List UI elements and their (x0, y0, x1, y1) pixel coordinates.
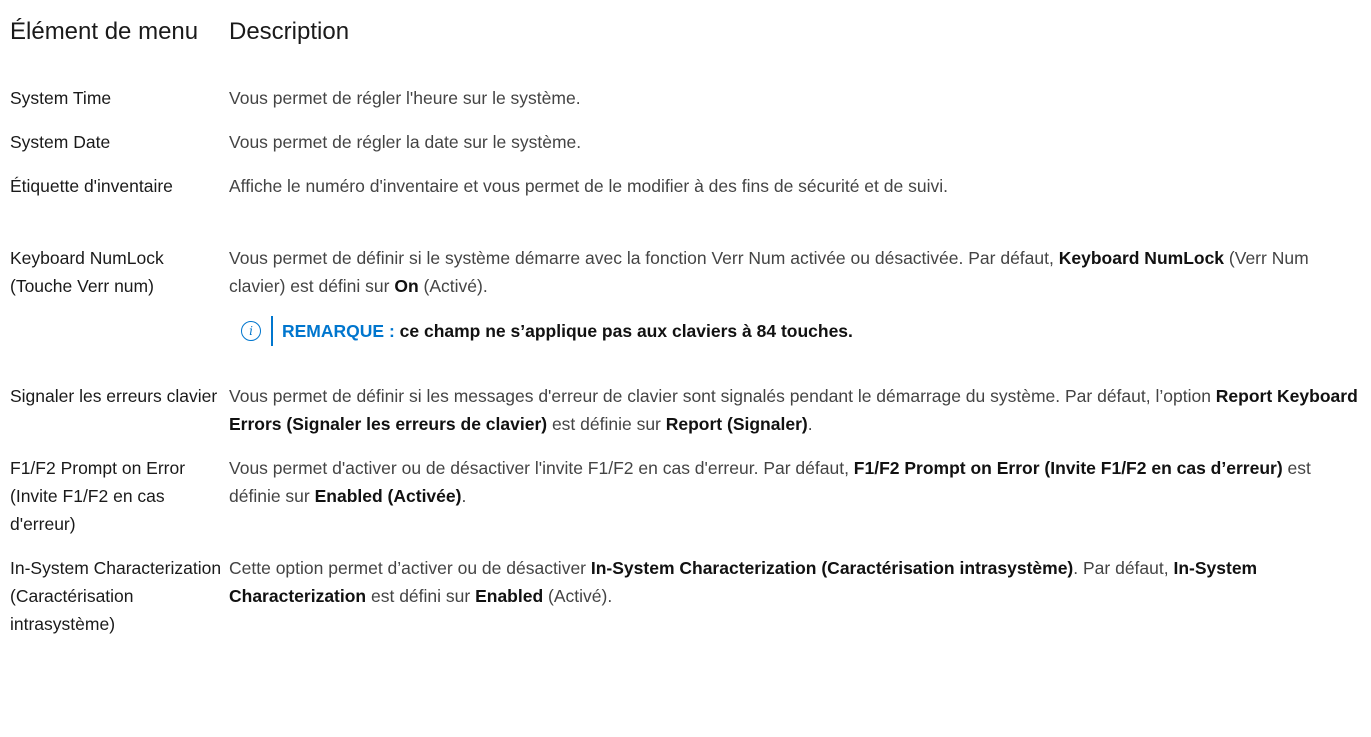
table-row: Keyboard NumLock (Touche Verr num) Vous … (10, 244, 1365, 382)
menu-item-description: Vous permet de régler l'heure sur le sys… (229, 88, 581, 108)
table-row: Signaler les erreurs clavier Vous permet… (10, 382, 1365, 454)
menu-item-description: Vous permet de définir si le système dém… (229, 244, 1365, 346)
table-row: System Time Vous permet de régler l'heur… (10, 84, 1365, 128)
menu-item-label: In-System Characterization (Caractérisat… (10, 558, 222, 634)
menu-item-label: Keyboard NumLock (Touche Verr num) (10, 248, 164, 296)
menu-item-label: Signaler les erreurs clavier (10, 386, 218, 406)
table-row: Étiquette d'inventaire Affiche le numéro… (10, 172, 1365, 244)
table-header: Élément de menu Description (10, 0, 1365, 84)
note-divider (271, 316, 273, 346)
description-text: Vous permet de définir si le système dém… (229, 248, 1309, 296)
info-circle-icon: i (241, 321, 261, 341)
note-label: REMARQUE : (282, 321, 395, 341)
menu-item-description: Affiche le numéro d'inventaire et vous p… (229, 176, 948, 196)
header-menu-item: Élément de menu (10, 18, 199, 45)
header-description: Description (229, 18, 350, 45)
menu-item-label: Étiquette d'inventaire (10, 176, 173, 196)
menu-item-description: Vous permet de régler la date sur le sys… (229, 132, 582, 152)
note-callout: i REMARQUE : ce champ ne s’applique pas … (241, 316, 1365, 346)
menu-item-label: System Date (10, 132, 111, 152)
menu-item-description: Vous permet d'activer ou de désactiver l… (229, 458, 1311, 506)
menu-item-label: System Time (10, 88, 112, 108)
note-text: REMARQUE : ce champ ne s’applique pas au… (282, 321, 853, 341)
menu-item-description: Vous permet de définir si les messages d… (229, 386, 1358, 434)
menu-item-label: F1/F2 Prompt on Error (Invite F1/F2 en c… (10, 458, 186, 534)
table-row: System Date Vous permet de régler la dat… (10, 128, 1365, 172)
bios-settings-table: Élément de menu Description System Time … (10, 0, 1365, 694)
table-row: In-System Characterization (Caractérisat… (10, 554, 1365, 694)
menu-item-description: Cette option permet d’activer ou de désa… (229, 558, 1258, 606)
table-row: F1/F2 Prompt on Error (Invite F1/F2 en c… (10, 454, 1365, 554)
